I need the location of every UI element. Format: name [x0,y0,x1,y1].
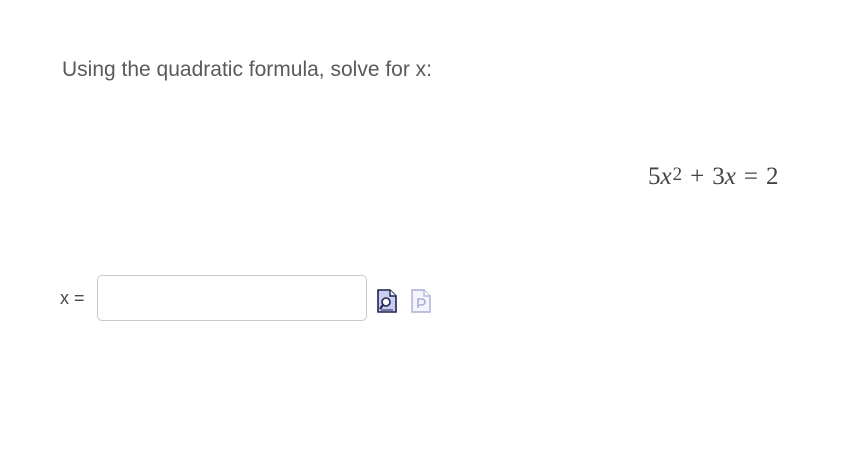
right-hand-side: 2 [765,163,779,190]
answer-input[interactable] [96,275,367,321]
print-document-icon[interactable] [410,287,432,315]
answer-label: x = [60,287,85,308]
coefficient-a: 5 [648,163,661,190]
equals-sign: = [743,163,758,190]
exponent: 2 [672,164,683,185]
coefficient-b: 3 [712,163,725,190]
variable-x: x [660,163,672,190]
preview-document-icon[interactable] [376,287,398,315]
question-prompt: Using the quadratic formula, solve for x… [62,58,433,81]
answer-row: x = [60,275,432,321]
quadratic-equation: 5 x 2 + 3 x = 2 [648,163,778,191]
variable-x: x [724,163,736,190]
plus-sign: + [690,163,705,190]
